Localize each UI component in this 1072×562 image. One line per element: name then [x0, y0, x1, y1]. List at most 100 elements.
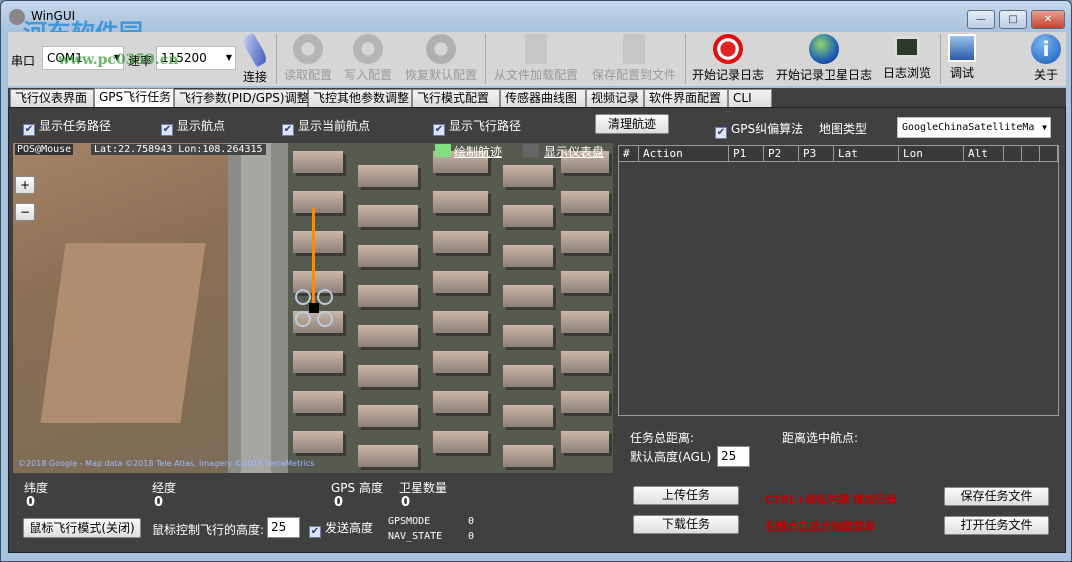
map-building	[293, 351, 343, 373]
map-building	[503, 285, 553, 307]
debug-button[interactable]: 调试	[944, 32, 980, 86]
file-save-icon	[623, 34, 645, 64]
tab-sensor-graph[interactable]: 传感器曲线图	[500, 89, 586, 108]
distance-selected-label: 距离选中航点:	[782, 431, 859, 445]
read-config-label: 读取配置	[283, 68, 332, 82]
show-current-wp-checkbox[interactable]: ✔ 显示当前航点	[282, 117, 370, 136]
longitude-value: 0	[154, 495, 164, 510]
watermark-url: www.pc0359.cn	[58, 52, 179, 68]
col-header-extra[interactable]	[1040, 146, 1058, 162]
start-sat-log-button[interactable]: 开始记录卫星日志	[772, 32, 876, 86]
waypoint-table[interactable]: # Action P1 P2 P3 Lat Lon Alt	[618, 145, 1059, 416]
map-view[interactable]: POS@Mouse Lat:22.758943 Lon:108.264315 绘…	[13, 143, 613, 473]
col-header-p1[interactable]: P1	[729, 146, 764, 162]
col-header-lon[interactable]: Lon	[899, 146, 964, 162]
upload-mission-button[interactable]: 上传任务	[633, 486, 739, 505]
tab-ui-config[interactable]: 软件界面配置	[644, 89, 728, 108]
clear-track-button[interactable]: 清理航迹	[595, 114, 669, 134]
globe-icon	[809, 34, 839, 64]
col-header-extra[interactable]	[1004, 146, 1022, 162]
save-mission-file-button[interactable]: 保存任务文件	[944, 487, 1049, 506]
map-building	[358, 205, 418, 227]
tab-gps-mission[interactable]: GPS飞行任务	[94, 88, 174, 108]
tab-flight-mode[interactable]: 飞行模式配置	[412, 89, 500, 108]
show-flight-path-label: 显示飞行路径	[449, 119, 522, 133]
app-window: WinGUI 河东软件园 — □ ✕ 串口 COM1▼ 速率 115200▼ w…	[0, 0, 1072, 562]
write-config-button[interactable]: 写入配置	[340, 32, 396, 86]
about-button[interactable]: i 关于	[1028, 32, 1064, 86]
restore-default-label: 恢复默认配置	[404, 68, 477, 82]
col-header-p2[interactable]: P2	[764, 146, 799, 162]
tab-other-params[interactable]: 飞控其他参数调整	[308, 89, 412, 108]
save-config-file-button[interactable]: 保存配置到文件	[588, 32, 680, 86]
map-building	[561, 231, 609, 253]
mouse-fly-mode-button[interactable]: 鼠标飞行模式(关闭)	[23, 518, 141, 538]
start-log-button[interactable]: 开始记录日志	[688, 32, 768, 86]
map-type-select[interactable]: GoogleChinaSatelliteMa ▼	[897, 117, 1051, 138]
map-type-label: 地图类型	[819, 122, 868, 136]
col-header-p3[interactable]: P3	[799, 146, 834, 162]
default-alt-label: 默认高度(AGL)	[630, 450, 712, 464]
open-mission-file-button[interactable]: 打开任务文件	[944, 516, 1049, 535]
checkbox-checked-icon: ✔	[433, 124, 445, 136]
start-sat-log-label: 开始记录卫星日志	[775, 68, 872, 82]
send-alt-label: 发送高度	[325, 521, 374, 535]
satellites-value: 0	[401, 495, 411, 510]
nav-state-value: 0	[468, 531, 475, 542]
gps-alt-label: GPS 高度	[331, 481, 383, 495]
maximize-button[interactable]: □	[999, 10, 1027, 29]
show-dashboard-toggle[interactable]	[523, 144, 539, 157]
map-building	[503, 205, 553, 227]
draw-track-toggle[interactable]	[435, 144, 451, 157]
map-building	[358, 365, 418, 387]
gps-correction-checkbox[interactable]: ✔ GPS纠偏算法	[715, 120, 803, 139]
show-mission-path-checkbox[interactable]: ✔ 显示任务路径	[23, 117, 111, 136]
tab-video-record[interactable]: 视频记录	[586, 89, 644, 108]
col-header-lat[interactable]: Lat	[834, 146, 899, 162]
file-load-icon	[525, 34, 547, 64]
map-building	[503, 325, 553, 347]
tab-flight-instruments[interactable]: 飞行仪表界面	[10, 89, 94, 108]
col-header-alt[interactable]: Alt	[964, 146, 1004, 162]
log-browse-button[interactable]: 日志浏览	[880, 32, 934, 86]
connect-label: 连接	[242, 70, 267, 84]
port-label: 串口	[11, 54, 36, 68]
close-button[interactable]: ✕	[1031, 10, 1065, 29]
col-header-action[interactable]: Action	[639, 146, 729, 162]
default-alt-input[interactable]: 25	[717, 446, 750, 467]
toolbar: 串口 COM1 ▼ 速率 115200 ▼ www.pc0359.cn 连接 读取配…	[8, 32, 1066, 86]
gps-alt-value: 0	[334, 495, 344, 510]
load-config-file-button[interactable]: 从文件加载配置	[490, 32, 582, 86]
hint-add-mission: CTRL+鼠标左键 增加任务	[765, 493, 898, 506]
connect-button[interactable]: 连接	[238, 32, 272, 86]
zoom-out-button[interactable]: −	[15, 203, 35, 221]
record-icon	[713, 34, 743, 64]
col-header-index[interactable]: #	[619, 146, 639, 162]
map-building	[561, 431, 609, 453]
map-building	[358, 325, 418, 347]
draw-track-label[interactable]: 绘制航迹	[454, 143, 502, 160]
col-header-extra[interactable]	[1022, 146, 1040, 162]
tab-cli[interactable]: CLI	[728, 89, 772, 108]
map-building	[433, 431, 488, 453]
show-dashboard-label[interactable]: 显示仪表盘	[544, 143, 604, 160]
show-waypoints-label: 显示航点	[177, 119, 226, 133]
map-building	[561, 311, 609, 333]
map-building	[503, 245, 553, 267]
tab-pid-params[interactable]: 飞行参数(PID/GPS)调整	[174, 89, 309, 108]
show-waypoints-checkbox[interactable]: ✔ 显示航点	[161, 117, 225, 136]
show-mission-path-label: 显示任务路径	[39, 119, 112, 133]
debug-label: 调试	[949, 66, 974, 80]
read-config-button[interactable]: 读取配置	[280, 32, 336, 86]
download-mission-button[interactable]: 下载任务	[633, 515, 739, 534]
mouse-lat-lon: Lat:22.758943 Lon:108.264315	[91, 144, 266, 155]
chevron-down-icon: ▼	[1040, 118, 1047, 137]
minimize-button[interactable]: —	[967, 10, 995, 29]
map-building	[433, 311, 488, 333]
restore-default-button[interactable]: 恢复默认配置	[400, 32, 482, 86]
save-config-file-label: 保存配置到文件	[591, 68, 676, 82]
show-flight-path-checkbox[interactable]: ✔ 显示飞行路径	[433, 117, 521, 136]
send-alt-checkbox[interactable]: ✔ 发送高度	[309, 519, 373, 538]
zoom-in-button[interactable]: +	[15, 176, 35, 194]
mouse-alt-input[interactable]: 25	[267, 517, 300, 538]
